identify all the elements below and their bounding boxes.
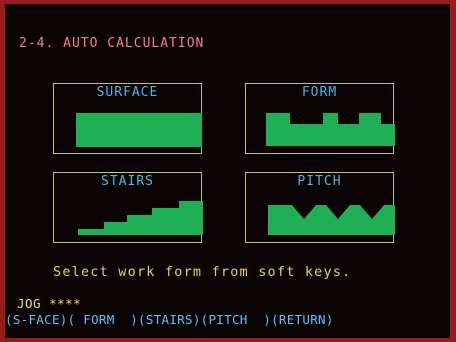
pitch-teeth-icon [268, 205, 395, 235]
cnc-screen: 2-4. AUTO CALCULATION SURFACE FORM STAIR… [0, 0, 456, 342]
instruction-message: Select work form from soft keys. [53, 264, 352, 280]
surface-panel[interactable]: SURFACE [53, 83, 202, 154]
stairs-profile-icon [78, 201, 203, 235]
softkey-return[interactable]: (RETURN) [271, 312, 334, 327]
flat-surface-icon [76, 113, 202, 147]
stairs-panel[interactable]: STAIRS [53, 172, 203, 243]
pitch-panel[interactable]: PITCH [245, 172, 395, 243]
softkey-pitch[interactable]: (PITCH ) [201, 312, 271, 327]
page-title: 2-4. AUTO CALCULATION [19, 36, 205, 51]
stepped-form-icon [266, 113, 395, 146]
softkey-stairs[interactable]: (STAIRS) [138, 312, 201, 327]
mode-status: JOG **** [17, 296, 82, 311]
softkey-s-face[interactable]: (S-FACE) [5, 312, 68, 327]
softkey-bar: (S-FACE)( FORM )(STAIRS)(PITCH )(RETURN) [5, 312, 334, 327]
form-panel[interactable]: FORM [245, 83, 395, 154]
softkey-form[interactable]: ( FORM ) [68, 312, 138, 327]
